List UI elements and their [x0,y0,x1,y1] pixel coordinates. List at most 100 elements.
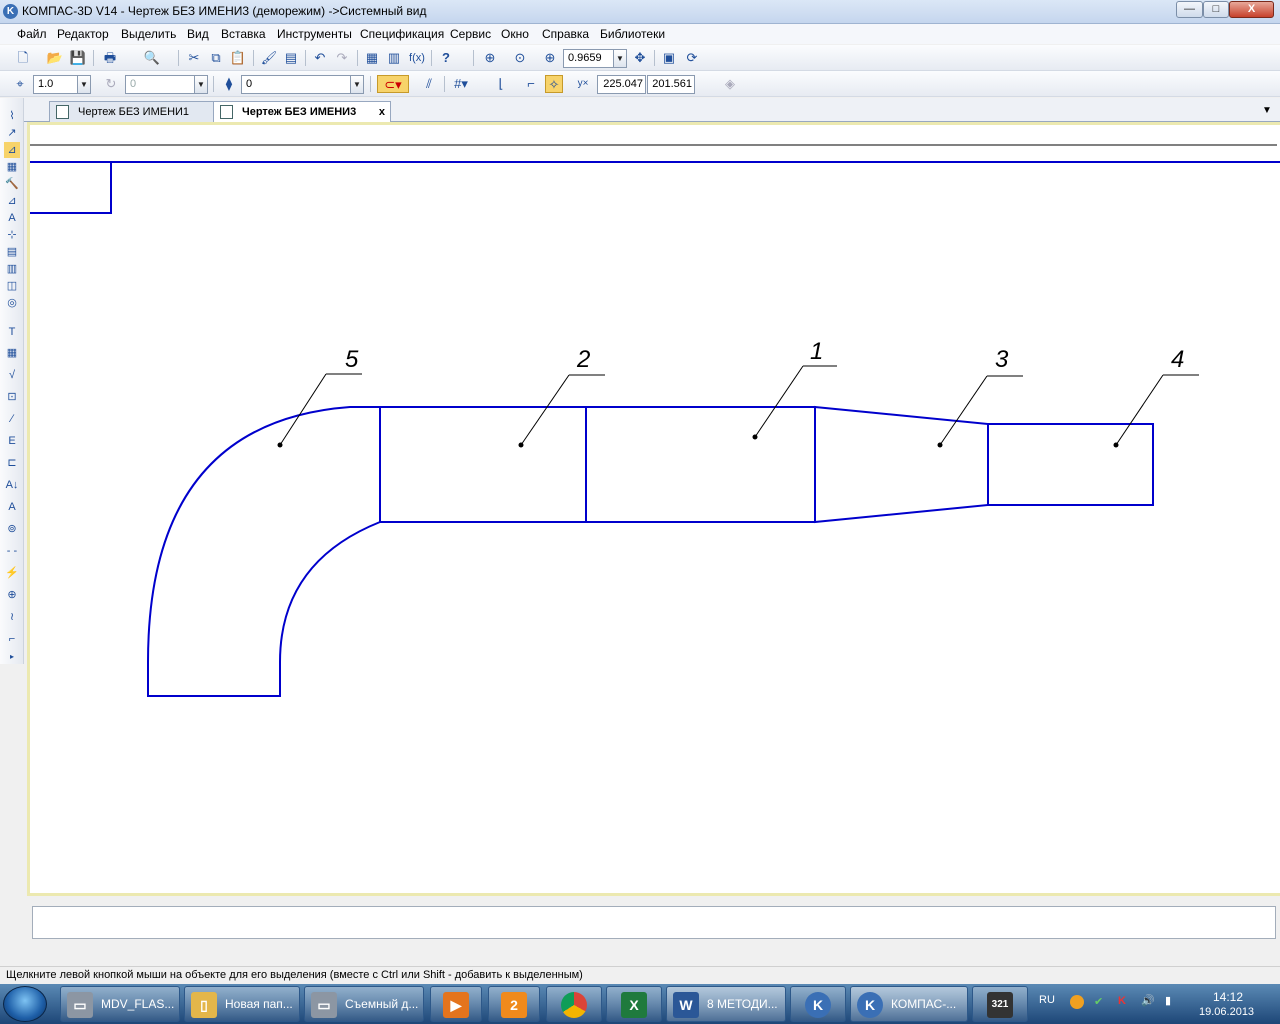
spec-icon[interactable]: ▤ [4,244,20,260]
ortho-mode-icon[interactable]: ✧ [545,75,563,93]
taskbar-item-new-folder[interactable]: ▯ Новая пап... [184,986,300,1022]
roughness-icon[interactable]: √ [4,367,20,383]
tab-drawing-3[interactable]: Чертеж БЕЗ ИМЕНИ3 x [213,101,391,123]
position-icon[interactable]: A [4,499,20,515]
base-icon[interactable]: ⊡ [4,389,20,405]
zoom-field[interactable]: 0.9659 [563,49,614,68]
marking-icon[interactable]: ⊚ [4,521,20,537]
selection-icon[interactable]: A [4,210,20,226]
wave-line-icon[interactable]: ≀ [4,609,20,625]
step-dropdown-icon[interactable]: ▼ [77,75,91,94]
close-button[interactable]: X [1229,1,1274,18]
parametrization-icon[interactable]: 🔨 [4,176,20,192]
leader-icon[interactable]: ∕ [4,411,20,427]
tray-k-icon[interactable]: K [1118,995,1126,1007]
clock-time[interactable]: 14:12 [1213,990,1243,1004]
taskbar-item-media-player[interactable]: ▶ [430,986,482,1022]
associative-view-icon[interactable]: ⊹ [4,227,20,243]
print-preview-icon[interactable]: 🔍 [143,49,161,67]
step-field[interactable]: 1.0 [33,75,78,94]
format-painter-icon[interactable]: 🖌 [260,49,278,67]
cut-line-icon[interactable]: ⊏ [4,455,20,471]
view-icon[interactable]: ◫ [4,278,20,294]
manager-icon[interactable]: ▦ [363,49,381,67]
zoom-in-icon[interactable]: ⊕ [541,49,559,67]
snap-magnet-icon[interactable]: ⊂▾ [377,75,409,93]
variables-icon[interactable]: ▥ [385,49,403,67]
menu-service[interactable]: Сервис [450,27,491,41]
start-button[interactable] [3,986,47,1022]
taskbar-item-excel[interactable]: X [606,986,662,1022]
menu-help[interactable]: Справка [542,27,589,41]
menu-select[interactable]: Выделить [121,27,176,41]
tray-network-icon[interactable]: ▮ [1165,994,1171,1007]
redo-icon[interactable]: ↷ [333,49,351,67]
tab-drawing-1[interactable]: Чертеж БЕЗ ИМЕНИ1 [49,101,221,123]
pan-icon[interactable]: ✥ [631,49,649,67]
open-icon[interactable]: 📂 [46,49,64,67]
properties-icon[interactable]: ▤ [282,49,300,67]
menu-tools[interactable]: Инструменты [277,27,352,41]
angle-dropdown-icon[interactable]: ▼ [194,75,208,94]
measure-icon[interactable]: ⊿ [4,193,20,209]
tolerance-icon[interactable]: E [4,433,20,449]
fx-icon[interactable]: f(x) [407,49,427,67]
part-2-section[interactable] [379,406,587,523]
layer-dropdown-icon[interactable]: ▼ [350,75,364,94]
menu-libraries[interactable]: Библиотеки [600,27,665,41]
tray-volume-icon[interactable]: 🔊 [1141,994,1155,1007]
context-help-icon[interactable]: ? [437,49,455,67]
axis-line-icon[interactable]: - - [4,543,20,559]
zoom-show-all-icon[interactable]: ⊙ [511,49,529,67]
angle-field[interactable]: 0 [125,75,195,94]
center-mark-icon[interactable]: ⊕ [4,587,20,603]
layer-field[interactable]: 0 [241,75,351,94]
regenerate-icon[interactable]: ⟳ [683,49,701,67]
paste-icon[interactable]: 📋 [229,49,247,67]
taskbar-item-word[interactable]: W 8 МЕТОДИ... [666,986,786,1022]
menu-specification[interactable]: Спецификация [360,27,444,41]
language-indicator[interactable]: RU [1039,994,1055,1006]
taskbar-item-chrome[interactable] [546,986,602,1022]
tab-close-icon[interactable]: x [379,102,385,122]
zoom-window-icon[interactable]: ⊕ [481,49,499,67]
tray-shield-icon[interactable]: ✔ [1094,995,1103,1008]
symbols-icon[interactable]: ⊿ [4,142,20,158]
break-line-icon[interactable]: ⌐ [4,631,20,647]
edit-icon[interactable]: ▦ [4,159,20,175]
minimize-button[interactable]: — [1176,1,1203,18]
part-4-section[interactable] [987,423,1154,506]
cut-icon[interactable]: ✂ [185,49,203,67]
report-icon[interactable]: ▥ [4,261,20,277]
local-cs-icon[interactable]: ⌊ [492,75,510,93]
save-icon[interactable]: 💾 [69,49,87,67]
drawing-svg[interactable]: 5 2 1 3 4 [27,122,1280,896]
tab-list-chevron-icon[interactable]: ▼ [1262,105,1272,116]
menu-view[interactable]: Вид [187,27,209,41]
geometry-icon[interactable]: ⌇ [4,108,20,124]
undo-icon[interactable]: ↶ [311,49,329,67]
refresh-view-icon[interactable]: ▣ [660,49,678,67]
layers-icon[interactable]: ◎ [4,295,20,311]
expand-panel-icon[interactable]: ▸ [4,649,20,665]
zoom-dropdown-icon[interactable]: ▼ [613,49,627,68]
text-icon[interactable]: T [4,324,20,340]
menu-window[interactable]: Окно [501,27,529,41]
menu-edit[interactable]: Редактор [57,27,109,41]
print-icon[interactable]: 🖶 [101,49,119,67]
maximize-button[interactable]: □ [1203,1,1229,18]
menu-insert[interactable]: Вставка [221,27,266,41]
taskbar-item-flash-drive[interactable]: ▭ MDV_FLAS... [60,986,180,1022]
lightning-icon[interactable]: ⚡ [4,565,20,581]
coord-x-field[interactable]: 225.047 [597,75,646,94]
command-input-box[interactable] [32,906,1276,939]
table-icon[interactable]: ▦ [4,345,20,361]
taskbar-item-321-player[interactable]: 321 [972,986,1028,1022]
taskbar-item-kompas[interactable]: K КОМПАС-... [850,986,968,1022]
part-3-reducer[interactable] [814,405,989,524]
coord-y-field[interactable]: 201.561 [647,75,695,94]
round-icon[interactable]: ⌐ [522,75,540,93]
tray-update-icon[interactable] [1070,995,1084,1009]
clock-date[interactable]: 19.06.2013 [1199,1006,1254,1018]
part-1-section[interactable] [585,406,816,523]
